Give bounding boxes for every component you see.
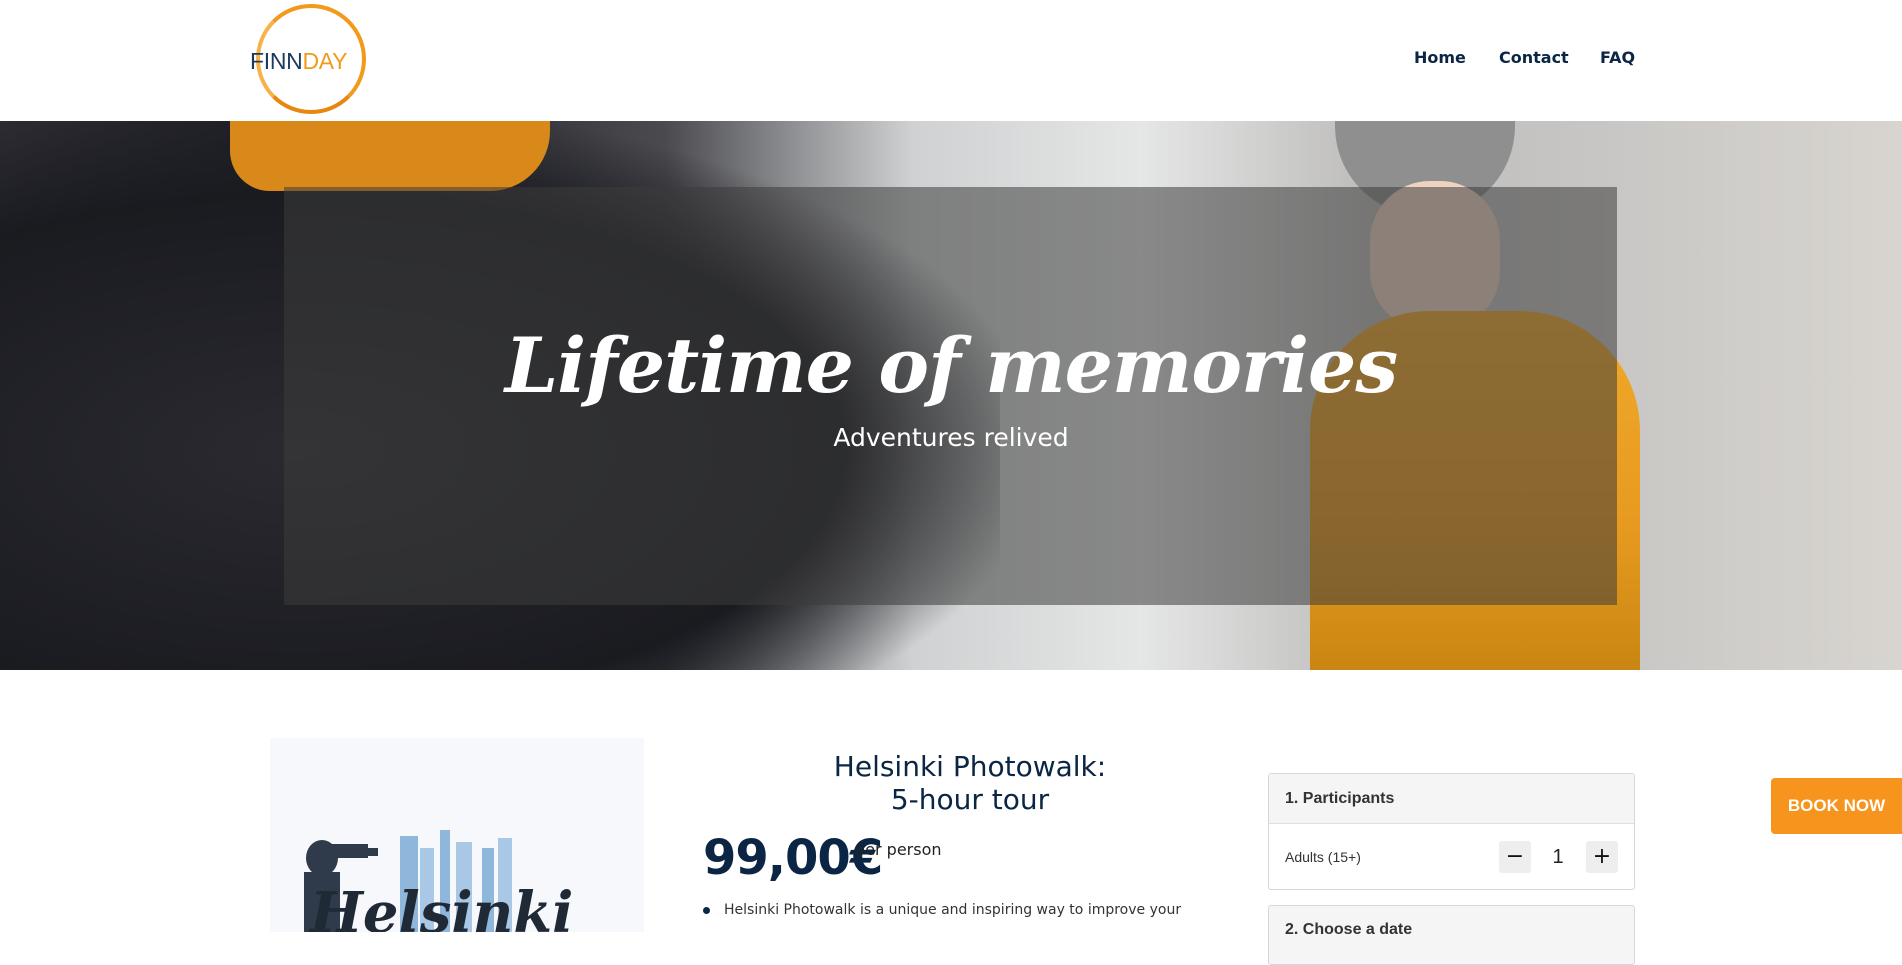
date-panel[interactable]: 2. Choose a date: [1268, 905, 1635, 965]
tour-description: Helsinki Photowalk is a unique and inspi…: [703, 897, 1203, 923]
participants-panel: 1. Participants Adults (15+) − 1 +: [1268, 773, 1635, 890]
minus-icon[interactable]: −: [1499, 841, 1531, 873]
helsinki-skyline-illustration: Helsinki: [304, 830, 573, 932]
date-title: 2. Choose a date: [1285, 921, 1413, 938]
adults-quantity[interactable]: 1: [1543, 846, 1573, 869]
nav-home-link[interactable]: Home: [1414, 48, 1466, 67]
hero-banner: Lifetime of memories Adventures relived: [0, 121, 1902, 670]
participants-panel-header: 1. Participants: [1269, 774, 1634, 824]
logo-text: FINNDAY: [250, 48, 348, 74]
tour-poster-image: Helsinki: [270, 738, 644, 932]
tour-title: Helsinki Photowalk: 5-hour tour: [700, 750, 1240, 816]
hero-subtitle: Adventures relived: [833, 423, 1069, 452]
bullet-icon: [703, 906, 710, 914]
nav-faq-link[interactable]: FAQ: [1600, 48, 1635, 67]
hero-title: Lifetime of memories: [504, 321, 1398, 410]
hero-photo-beanie: [230, 121, 550, 191]
participants-title: 1. Participants: [1285, 790, 1395, 807]
book-now-button[interactable]: BOOK NOW: [1771, 778, 1902, 834]
site-header: FINNDAY Home Contact FAQ: [0, 0, 1902, 121]
tour-title-line1: Helsinki Photowalk:: [833, 750, 1107, 783]
poster-text: Helsinki: [308, 880, 573, 932]
tour-title-line2: 5-hour tour: [890, 783, 1050, 816]
adults-label: Adults (15+): [1285, 849, 1361, 865]
finnday-logo[interactable]: FINNDAY: [246, 2, 374, 118]
nav-contact-link[interactable]: Contact: [1499, 48, 1569, 67]
tour-description-text: Helsinki Photowalk is a unique and inspi…: [724, 902, 1182, 918]
plus-icon[interactable]: +: [1586, 841, 1618, 873]
price-unit: per person: [855, 840, 942, 859]
